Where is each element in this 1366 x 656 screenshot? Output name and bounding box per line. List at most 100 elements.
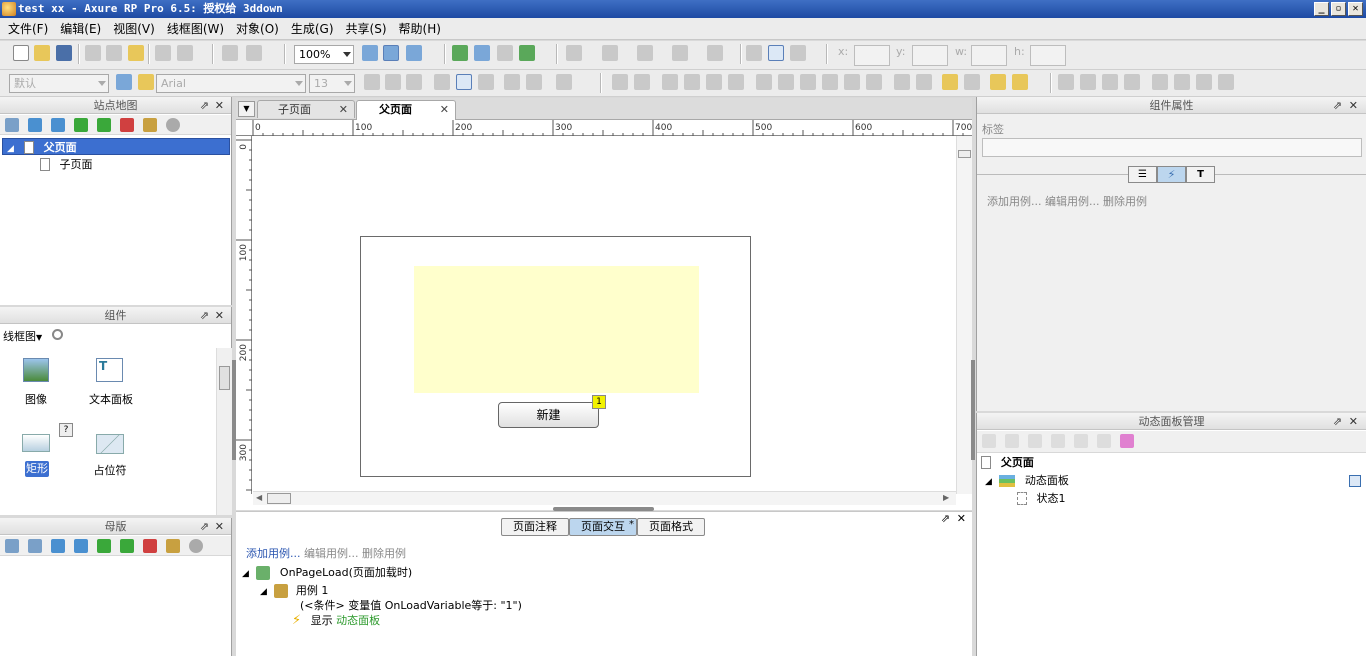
canvas-h-scrollbar[interactable]: ◀ ▶ [253, 491, 956, 505]
dpm-panel-row[interactable]: ◢ 动态面板 [985, 472, 1069, 489]
paste-icon[interactable] [128, 45, 144, 61]
scroll-thumb[interactable] [219, 366, 230, 390]
menu-share[interactable]: 共享(S) [340, 18, 393, 40]
tab-child-page[interactable]: 子页面 ✕ [257, 100, 355, 118]
align-left-icon[interactable] [434, 74, 450, 90]
interactions-tab-icon[interactable]: ⚡ [1157, 166, 1186, 183]
right-splitter-grip[interactable] [971, 360, 975, 460]
duplicate-state-icon[interactable] [1005, 434, 1019, 448]
expand-arrow-icon[interactable]: ◢ [7, 144, 14, 154]
close-window-button[interactable]: ✕ [1348, 2, 1363, 16]
unlock-icon[interactable] [1012, 74, 1028, 90]
align-objects-right-icon[interactable] [800, 74, 816, 90]
line-style-icon[interactable] [672, 45, 688, 61]
menu-object[interactable]: 对象(O) [230, 18, 285, 40]
dpm-page-row[interactable]: 父页面 [981, 454, 1034, 471]
bullet-list-icon[interactable] [504, 74, 520, 90]
distribute-v-icon[interactable] [916, 74, 932, 90]
generate-csv-icon[interactable] [497, 45, 513, 61]
distribute-h-icon[interactable] [894, 74, 910, 90]
pin-icon[interactable]: ⇗ [941, 512, 950, 525]
x-input[interactable] [854, 45, 890, 66]
placeholder-widget-icon[interactable] [96, 434, 124, 454]
move-down-icon[interactable] [1051, 434, 1065, 448]
delete-master-icon[interactable] [143, 539, 157, 553]
menu-generate[interactable]: 生成(G) [285, 18, 340, 40]
italic-icon[interactable] [385, 74, 401, 90]
menu-wireframe[interactable]: 线框图(W) [161, 18, 230, 40]
edit-case-link[interactable]: 编辑用例... [1045, 195, 1100, 208]
menu-edit[interactable]: 编辑(E) [54, 18, 107, 40]
fill-color-icon[interactable] [566, 45, 582, 61]
move-down-icon[interactable] [74, 539, 88, 553]
close-icon[interactable]: ✕ [215, 518, 224, 535]
generate-prototype-icon[interactable] [452, 45, 468, 61]
close-icon[interactable]: ✕ [215, 97, 224, 114]
scroll-thumb[interactable] [267, 493, 291, 504]
library-select[interactable]: 线框图▼ [3, 328, 42, 344]
add-master-icon[interactable] [5, 539, 19, 553]
delete-state-icon[interactable] [1074, 434, 1088, 448]
bring-front-icon[interactable] [662, 74, 678, 90]
sitemap-page-child[interactable]: 子页面 [40, 156, 93, 173]
indent-icon[interactable] [74, 118, 88, 132]
underline-icon[interactable] [406, 74, 422, 90]
scroll-right-icon[interactable]: ▶ [943, 493, 949, 502]
tab-parent-page[interactable]: 父页面 ✕ [356, 100, 456, 120]
select-contained-icon[interactable] [383, 45, 399, 61]
arrow-style-icon[interactable] [707, 45, 723, 61]
delete-page-icon[interactable] [120, 118, 134, 132]
link-icon[interactable] [526, 74, 542, 90]
scroll-left-icon[interactable]: ◀ [256, 493, 262, 502]
yellow-rectangle[interactable] [414, 266, 699, 393]
align-objects-left-icon[interactable] [756, 74, 772, 90]
insert-col-right-icon[interactable] [1174, 74, 1190, 90]
insert-row-above-icon[interactable] [1080, 74, 1096, 90]
edit-case-link[interactable]: 编辑用例... [304, 547, 359, 560]
style-editor-icon[interactable] [116, 74, 132, 90]
lock-icon[interactable] [990, 74, 1006, 90]
restore-button[interactable]: ▫ [1331, 2, 1346, 16]
outdent-icon[interactable] [120, 539, 134, 553]
h-input[interactable] [1030, 45, 1066, 66]
delete-case-link[interactable]: 删除用例 [1103, 195, 1147, 208]
close-icon[interactable]: ✕ [957, 512, 966, 525]
select-intersect-icon[interactable] [362, 45, 378, 61]
notes-tab-icon[interactable]: ☰ [1128, 166, 1157, 183]
line-color-icon[interactable] [602, 45, 618, 61]
move-up-icon[interactable] [51, 539, 65, 553]
text-color-icon[interactable] [556, 74, 572, 90]
align-bottom-icon[interactable] [790, 45, 806, 61]
send-back-icon[interactable] [728, 74, 744, 90]
close-tab-icon[interactable]: ✕ [339, 101, 348, 118]
align-objects-middle-icon[interactable] [844, 74, 860, 90]
delete-col-icon[interactable] [1196, 74, 1212, 90]
close-icon[interactable]: ✕ [215, 307, 224, 324]
tab-page-notes[interactable]: 页面注释 [501, 518, 569, 536]
move-up-icon[interactable] [28, 118, 42, 132]
pin-icon[interactable]: ⇗ [200, 518, 209, 535]
copy-icon[interactable] [106, 45, 122, 61]
menu-help[interactable]: 帮助(H) [393, 18, 447, 40]
dynamic-panel-widget[interactable]: 新建 1 [360, 236, 751, 477]
close-tab-icon[interactable]: ✕ [440, 101, 449, 118]
table-icon[interactable] [1058, 74, 1074, 90]
edit-page-icon[interactable] [143, 118, 157, 132]
indent-icon[interactable] [97, 539, 111, 553]
image-widget-icon[interactable] [23, 358, 49, 382]
align-top-icon[interactable] [746, 45, 762, 61]
cut-icon[interactable] [85, 45, 101, 61]
outdent-icon[interactable] [97, 118, 111, 132]
page-template-icon[interactable] [222, 45, 238, 61]
regenerate-icon[interactable] [519, 45, 535, 61]
y-input[interactable] [912, 45, 948, 66]
tab-list-dropdown[interactable]: ▼ [238, 101, 255, 117]
align-objects-bottom-icon[interactable] [866, 74, 882, 90]
edit-icon[interactable] [942, 74, 958, 90]
interaction-badge[interactable]: 1 [592, 395, 606, 409]
open-folder-icon[interactable] [34, 45, 50, 61]
expand-arrow-icon[interactable]: ◢ [260, 587, 267, 597]
bold-icon[interactable] [364, 74, 380, 90]
pin-icon[interactable]: ⇗ [1333, 97, 1342, 114]
add-case-link[interactable]: 添加用例... [987, 195, 1042, 208]
